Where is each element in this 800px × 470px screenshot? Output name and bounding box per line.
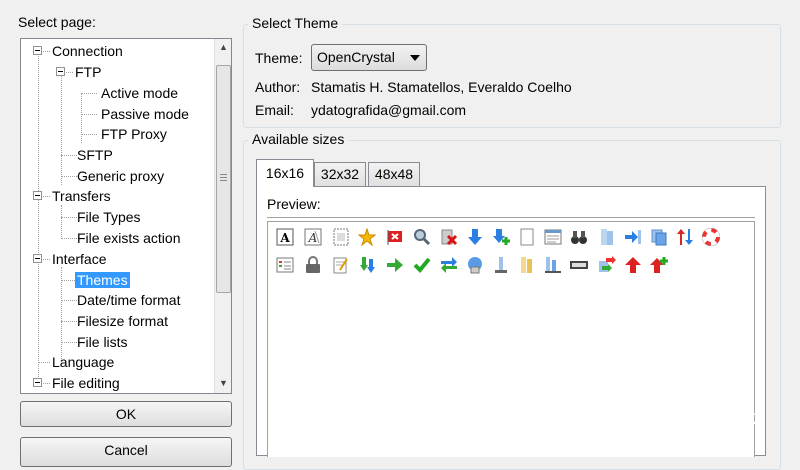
tree-item-transfers[interactable]: Transfers [50,186,113,206]
transfer-icon [599,256,616,272]
checkmark-icon [413,257,431,273]
tree-item-active-mode[interactable]: Active mode [99,83,180,103]
lifebuoy-icon [702,228,720,246]
tab-32x32[interactable]: 32x32 [314,162,366,186]
scroll-down-icon[interactable]: ▼ [215,375,231,392]
email-label: Email: [255,102,294,118]
megaprogz-logo-icon [621,407,655,437]
chevron-down-icon [410,55,420,61]
tree-item-ftp-proxy[interactable]: FTP Proxy [99,124,169,144]
scroll-up-icon[interactable]: ▲ [215,39,231,56]
tree-item-interface[interactable]: Interface [50,249,108,269]
scroll-thumb[interactable] [216,65,231,293]
edit-note-icon [333,257,348,274]
tree-scrollbar[interactable]: ▲ ▼ [214,39,231,393]
tab-16x16[interactable]: 16x16 [256,159,314,187]
tree-item-language[interactable]: Language [50,352,116,372]
tree-item-file-editing[interactable]: File editing [50,373,122,393]
flag-icon [387,230,402,245]
tree-item-themes[interactable]: Themes [75,270,130,290]
keyboard-icon [570,261,588,269]
collapse-file-editing-icon[interactable] [33,378,42,387]
bookmark-icon [495,257,507,273]
select-theme-title: Select Theme [248,15,343,31]
theme-dropdown-value: OpenCrystal [317,49,395,65]
watermark-text: MegaProgz [659,407,763,429]
collapse-interface-icon[interactable] [33,254,42,263]
cancel-button[interactable]: Cancel [20,437,232,467]
arrow-right-icon [387,258,403,272]
arrow-up-icon [625,257,641,273]
watermark-logo: MegaProgz [621,403,771,439]
tree-item-ftp[interactable]: FTP [73,62,103,82]
collapse-transfers-icon[interactable] [33,191,42,200]
star-icon [358,228,376,246]
tree-item-sftp[interactable]: SFTP [75,145,115,165]
settings-tree[interactable]: Connection FTP Active mode Passive mode … [20,38,232,394]
text-a-icon: A [276,228,294,246]
available-sizes-title: Available sizes [248,131,349,147]
details-view-icon [276,257,294,273]
tree-item-date-time-format[interactable]: Date/time format [75,290,182,310]
theme-label: Theme: [255,50,303,66]
collapse-connection-icon[interactable] [33,46,42,55]
author-value: Stamatis H. Stamatellos, Everaldo Coelho [311,79,572,95]
tree-item-passive-mode[interactable]: Passive mode [99,104,191,124]
swap-icon [441,257,457,273]
svg-text:A: A [279,231,290,245]
arrow-down-icon [468,229,482,245]
arrow-down-add-icon [493,229,510,245]
arrow-up-add-icon [650,257,668,273]
email-value: ydatografida@gmail.com [311,102,467,118]
upload-icon [601,229,613,245]
tree-item-filesize-format[interactable]: Filesize format [75,311,170,331]
folder-stack-icon [521,257,532,273]
blank-page-icon [520,228,534,246]
collapse-ftp-icon[interactable] [56,67,65,76]
sort-icon [677,229,693,245]
author-label: Author: [255,79,301,95]
forward-icon [625,230,641,244]
server-connect-icon [545,257,561,273]
tree-item-file-exists-action[interactable]: File exists action [75,228,182,248]
delete-icon [441,229,458,246]
preview-divider [267,217,755,218]
select-page-label: Select page: [18,14,96,30]
copy-icon [651,229,667,246]
text-edit-icon: A [304,228,322,246]
tree-item-file-types[interactable]: File Types [75,207,143,227]
lock-icon [306,256,320,273]
tree-item-connection[interactable]: Connection [50,41,125,61]
binoculars-icon [571,231,587,244]
tree-item-file-lists[interactable]: File lists [75,332,130,352]
search-icon [414,229,431,246]
server-icon [468,257,482,274]
sync-down-icon [360,257,375,273]
list-view-icon [544,229,562,245]
tab-48x48[interactable]: 48x48 [368,162,420,186]
theme-dropdown[interactable]: OpenCrystal [311,44,427,71]
tree-item-generic-proxy[interactable]: Generic proxy [75,166,166,186]
ok-button[interactable]: OK [20,401,232,427]
document-dots-icon [333,228,349,246]
preview-label: Preview: [267,196,321,212]
